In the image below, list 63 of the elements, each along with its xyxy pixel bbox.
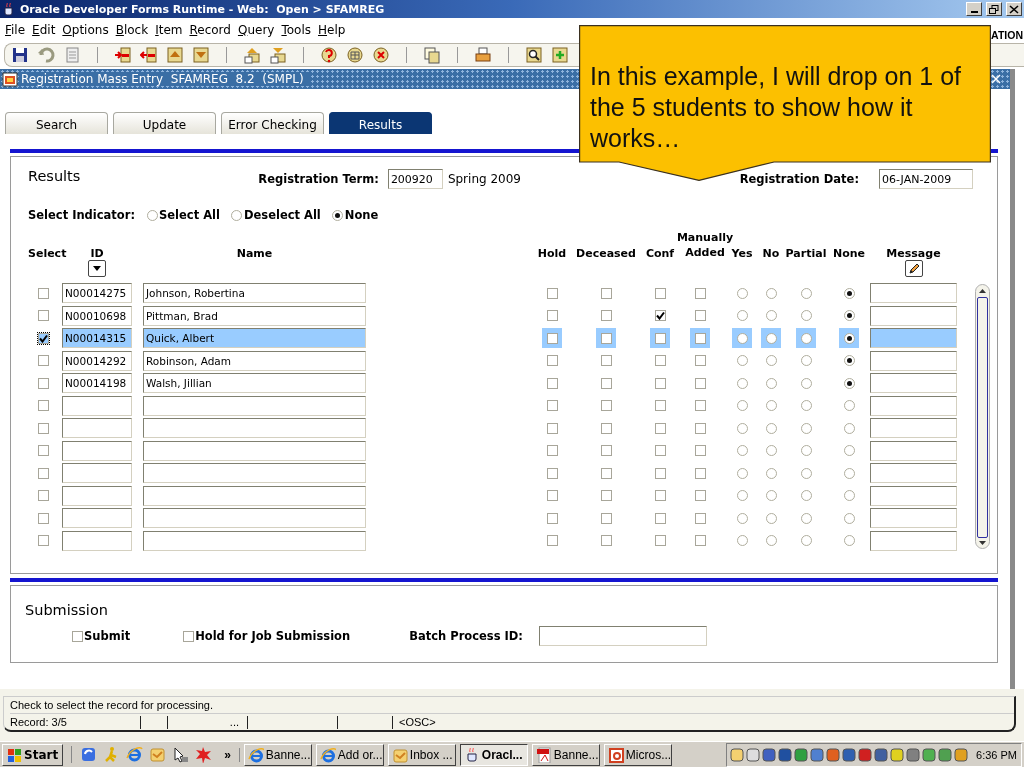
term-description: Spring 2009 bbox=[447, 172, 521, 186]
column-header: Partial bbox=[785, 247, 827, 260]
taskbar-button[interactable]: Micros... bbox=[603, 743, 672, 766]
menu-item[interactable]: Record bbox=[186, 23, 234, 37]
field-label: Registration Term: bbox=[258, 172, 379, 186]
column-header: Name bbox=[236, 247, 273, 260]
column-header: No bbox=[762, 247, 780, 260]
field-label: Registration Date: bbox=[739, 172, 859, 186]
date-field[interactable]: 06-JAN-2009 bbox=[879, 169, 973, 189]
menu-item[interactable]: Options bbox=[59, 23, 112, 37]
menu-item[interactable]: File bbox=[2, 23, 29, 37]
name-field[interactable]: Walsh, Jillian bbox=[143, 373, 366, 394]
column-header: Deceased bbox=[576, 247, 636, 260]
radio-label: Deselect All bbox=[243, 208, 321, 222]
taskbar-button[interactable]: Add or... bbox=[315, 743, 384, 766]
taskbar-button[interactable]: Banne... bbox=[531, 743, 600, 766]
clock: 6:36 PM bbox=[976, 748, 1017, 761]
id-field[interactable]: N00010698 bbox=[62, 305, 132, 326]
column-header: Select bbox=[28, 247, 67, 260]
checkbox-label: Submit bbox=[84, 629, 131, 643]
tab[interactable]: Error Checking bbox=[221, 112, 324, 134]
id-field[interactable]: N00014198 bbox=[62, 373, 132, 394]
column-header: Conf bbox=[645, 247, 675, 260]
name-field[interactable]: Robinson, Adam bbox=[143, 350, 366, 371]
id-field[interactable]: N00014292 bbox=[62, 350, 132, 371]
radio-label: Select All bbox=[159, 208, 220, 222]
menu-item[interactable]: Help bbox=[315, 23, 349, 37]
record-count: Record: 3/5 bbox=[10, 716, 68, 729]
column-header: ID bbox=[90, 247, 104, 260]
menu-item[interactable]: Block bbox=[112, 23, 152, 37]
field-label: Batch Process ID: bbox=[409, 629, 523, 643]
name-field[interactable]: Johnson, Robertina bbox=[143, 283, 366, 304]
radio-label: None bbox=[344, 208, 379, 222]
field-label: Select Indicator: bbox=[28, 208, 136, 222]
taskbar-button[interactable]: Oracl... bbox=[459, 743, 528, 766]
menu-item[interactable]: Query bbox=[234, 23, 278, 37]
more-button[interactable]: » bbox=[216, 747, 240, 762]
term-field[interactable]: 200920 bbox=[387, 169, 443, 189]
taskbar-button[interactable]: Inbox ... bbox=[387, 743, 456, 766]
tab[interactable]: Results bbox=[329, 112, 432, 134]
column-header: Message bbox=[886, 247, 941, 260]
window-title: Oracle Developer Forms Runtime - Web: Open > SFAMREG bbox=[20, 2, 386, 16]
taskbar-button[interactable]: Banne... bbox=[243, 743, 312, 766]
id-field[interactable]: N00014275 bbox=[62, 283, 132, 304]
tab[interactable]: Update bbox=[113, 112, 216, 134]
status-text: ... bbox=[229, 716, 239, 729]
name-field[interactable]: Quick, Albert bbox=[143, 328, 366, 349]
status-text: <OSC> bbox=[399, 716, 436, 729]
menu-item[interactable]: Tools bbox=[278, 23, 314, 37]
tab[interactable]: Search bbox=[5, 112, 108, 134]
column-header: None bbox=[832, 247, 866, 260]
section-heading: Results bbox=[28, 168, 81, 184]
section-heading: Submission bbox=[25, 602, 109, 618]
form-title: Registration Mass Entry SFAMREG 8.2 (SMPL) bbox=[21, 72, 310, 86]
menu-item[interactable]: Item bbox=[152, 23, 186, 37]
start-button[interactable]: Start bbox=[2, 743, 64, 766]
column-header: Hold bbox=[537, 247, 567, 260]
checkbox-label: Hold for Job Submission bbox=[195, 629, 351, 643]
logo-text: ATION bbox=[991, 28, 1023, 41]
hint-text: Check to select the record for processing. bbox=[10, 699, 213, 712]
menu-item[interactable]: Edit bbox=[29, 23, 59, 37]
id-field[interactable]: N00014315 bbox=[62, 328, 132, 349]
name-field[interactable]: Pittman, Brad bbox=[143, 305, 366, 326]
